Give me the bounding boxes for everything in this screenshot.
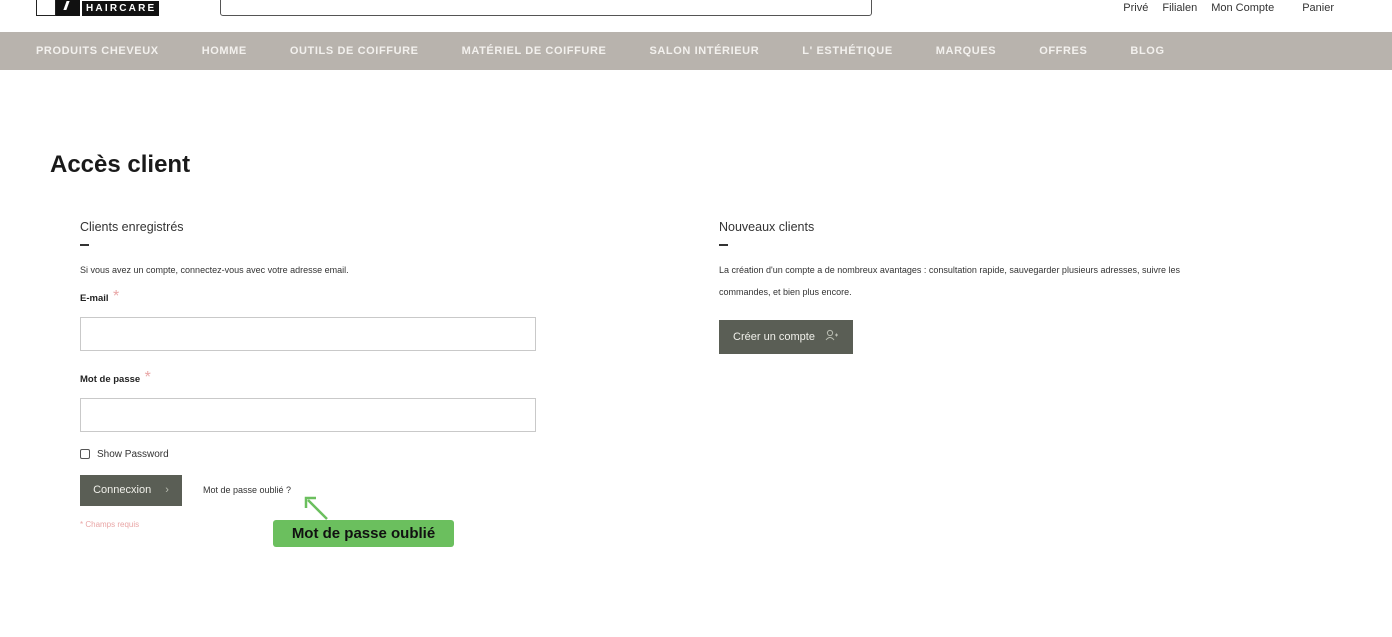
header-link-prive[interactable]: Privé (1123, 2, 1148, 14)
new-clients-description-line1: La création d'un compte a de nombreux av… (719, 264, 1180, 275)
show-password-checkbox[interactable] (80, 449, 90, 459)
annotation-label: Mot de passe oublié (273, 520, 454, 547)
nav-item-offres[interactable]: OFFRES (1039, 45, 1087, 57)
nav-item-outils[interactable]: OUTILS DE COIFFURE (290, 45, 419, 57)
nav-item-salon[interactable]: SALON INTÉRIEUR (649, 45, 759, 57)
header-links: Privé Filialen Mon Compte Panier (1123, 2, 1334, 14)
site-logo[interactable]: HAIRCARE (36, 0, 160, 16)
logo-wordmark: HAIRCARE (82, 1, 160, 16)
main-nav: PRODUITS CHEVEUX HOMME OUTILS DE COIFFUR… (0, 32, 1392, 70)
registered-clients-section: Clients enregistrés Si vous avez un comp… (80, 220, 540, 529)
login-button-label: Connecxion (93, 484, 152, 496)
new-clients-description-line2: commandes, et bien plus encore. (719, 286, 852, 297)
nav-item-blog[interactable]: BLOG (1130, 45, 1164, 57)
new-clients-section: Nouveaux clients La création d'un compte… (719, 220, 1339, 354)
email-label: E-mail * (80, 288, 540, 306)
email-required-marker: * (112, 287, 120, 305)
nav-item-materiel[interactable]: MATÉRIEL DE COIFFURE (462, 45, 607, 57)
email-label-text: E-mail (80, 292, 109, 304)
nav-item-esthetique[interactable]: L' ESTHÉTIQUE (802, 45, 892, 57)
password-required-marker: * (144, 368, 151, 386)
email-field[interactable] (80, 316, 536, 351)
header-link-filialen[interactable]: Filialen (1162, 2, 1197, 14)
show-password-label[interactable]: Show Password (97, 449, 169, 460)
login-button[interactable]: Connecxion › (80, 474, 182, 506)
password-label-text: Mot de passe (80, 373, 141, 385)
registered-clients-title: Clients enregistrés (80, 220, 184, 234)
header-link-cart[interactable]: Panier (1302, 2, 1334, 14)
title-divider (719, 244, 728, 246)
header-link-account[interactable]: Mon Compte (1211, 2, 1274, 14)
forgot-password-link[interactable]: Mot de passe oublié ? (203, 485, 291, 495)
nav-item-marques[interactable]: MARQUES (936, 45, 996, 57)
chevron-right-icon: › (165, 484, 169, 496)
new-clients-title: Nouveaux clients (719, 220, 815, 234)
nav-item-produits-cheveux[interactable]: PRODUITS CHEVEUX (36, 45, 159, 57)
registered-description: Si vous avez un compte, connectez-vous a… (80, 264, 349, 275)
password-label: Mot de passe * (80, 369, 540, 387)
top-bar: HAIRCARE Privé Filialen Mon Compte Panie… (0, 0, 1392, 32)
logo-box-mark (36, 0, 56, 16)
title-divider (80, 244, 89, 246)
page-title: Accès client (50, 151, 191, 178)
nav-item-homme[interactable]: HOMME (202, 45, 247, 57)
password-field[interactable] (80, 397, 536, 432)
create-account-button[interactable]: Créer un compte (719, 319, 853, 354)
search-input[interactable] (220, 0, 872, 16)
logo-black-mark (56, 0, 80, 16)
add-user-icon (825, 329, 839, 344)
create-account-label: Créer un compte (733, 330, 815, 343)
show-password-row: Show Password (80, 449, 540, 460)
